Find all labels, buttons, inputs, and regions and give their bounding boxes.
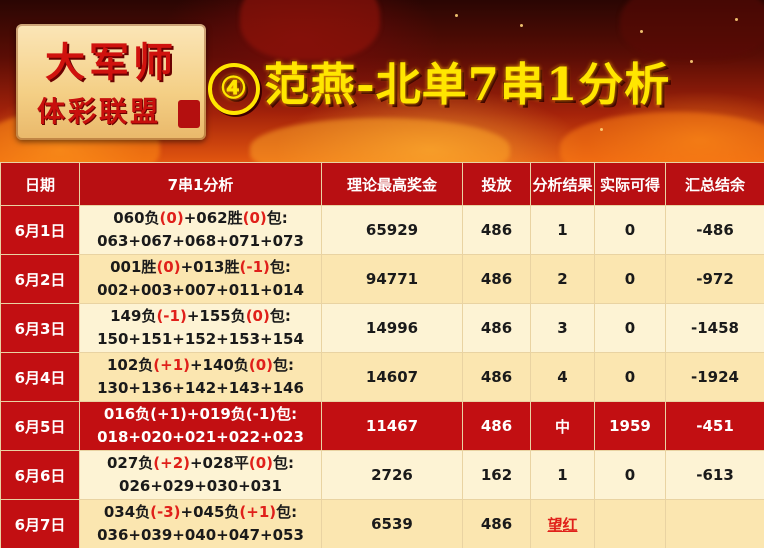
banner: 大军师 体彩联盟 ④ 范燕-北单7串1分析	[0, 0, 764, 162]
row-actual: 0	[594, 352, 666, 402]
logo-text-sub: 体彩联盟	[36, 95, 161, 128]
table-row: 6月7日 034负(-3)+045负(+1)包: 036+039+040+047+…	[0, 499, 764, 548]
row-stake: 486	[462, 205, 531, 255]
row-date: 6月7日	[0, 499, 80, 548]
row-analysis: 027负(+2)+028平(0)包: 026+029+030+031	[79, 450, 322, 500]
header-date: 日期	[0, 162, 80, 206]
table-row: 6月1日 060负(0)+062胜(0)包: 063+067+068+071+07…	[0, 205, 764, 255]
row-balance: -972	[665, 254, 764, 304]
row-result: 3	[530, 303, 595, 353]
row-bonus: 65929	[321, 205, 463, 255]
row-balance: -486	[665, 205, 764, 255]
row-stake: 486	[462, 401, 531, 451]
row-analysis: 034负(-3)+045负(+1)包: 036+039+040+047+053	[79, 499, 322, 548]
row-result: 4	[530, 352, 595, 402]
row-actual: 0	[594, 205, 666, 255]
row-analysis: 016负(+1)+019负(-1)包: 018+020+021+022+023	[79, 401, 322, 451]
analysis-table: 日期 7串1分析 理论最高奖金 投放 分析结果 实际可得 汇总结余 6月1日 0…	[0, 162, 764, 548]
row-stake: 486	[462, 254, 531, 304]
header-analysis: 7串1分析	[79, 162, 322, 206]
row-balance	[665, 499, 764, 548]
table-row-hit: 6月5日 016负(+1)+019负(-1)包: 018+020+021+022+…	[0, 401, 764, 451]
row-date: 6月4日	[0, 352, 80, 402]
row-bonus: 14996	[321, 303, 463, 353]
row-result[interactable]: 望红	[530, 499, 595, 548]
row-result: 1	[530, 205, 595, 255]
row-stake: 486	[462, 352, 531, 402]
row-date: 6月2日	[0, 254, 80, 304]
table-header: 日期 7串1分析 理论最高奖金 投放 分析结果 实际可得 汇总结余	[0, 162, 764, 206]
title-number: ④	[208, 62, 260, 115]
row-analysis: 001胜(0)+013胜(-1)包: 002+003+007+011+014	[79, 254, 322, 304]
header-result: 分析结果	[530, 162, 595, 206]
row-bonus: 11467	[321, 401, 463, 451]
header-max-bonus: 理论最高奖金	[321, 162, 463, 206]
row-bonus: 6539	[321, 499, 463, 548]
logo-text-main: 大军师	[45, 39, 177, 86]
row-bonus: 94771	[321, 254, 463, 304]
header-balance: 汇总结余	[665, 162, 764, 206]
title-text: 范燕-北单7串1分析	[264, 58, 671, 111]
row-date: 6月5日	[0, 401, 80, 451]
row-stake: 486	[462, 499, 531, 548]
row-actual: 1959	[594, 401, 666, 451]
row-actual: 0	[594, 450, 666, 500]
row-analysis: 102负(+1)+140负(0)包: 130+136+142+143+146	[79, 352, 322, 402]
row-actual: 0	[594, 303, 666, 353]
row-balance: -451	[665, 401, 764, 451]
row-bonus: 14607	[321, 352, 463, 402]
row-stake: 486	[462, 303, 531, 353]
row-analysis: 060负(0)+062胜(0)包: 063+067+068+071+073	[79, 205, 322, 255]
row-balance: -613	[665, 450, 764, 500]
table-row: 6月2日 001胜(0)+013胜(-1)包: 002+003+007+011+0…	[0, 254, 764, 304]
header-stake: 投放	[462, 162, 531, 206]
row-date: 6月3日	[0, 303, 80, 353]
row-actual: 0	[594, 254, 666, 304]
row-result: 2	[530, 254, 595, 304]
page-title: ④ 范燕-北单7串1分析	[208, 48, 670, 118]
row-balance: -1458	[665, 303, 764, 353]
table-row: 6月3日 149负(-1)+155负(0)包: 150+151+152+153+1…	[0, 303, 764, 353]
logo: 大军师 体彩联盟	[16, 24, 206, 140]
row-bonus: 2726	[321, 450, 463, 500]
pending-result-link[interactable]: 望红	[547, 516, 577, 534]
row-actual	[594, 499, 666, 548]
row-analysis: 149负(-1)+155负(0)包: 150+151+152+153+154	[79, 303, 322, 353]
header-actual: 实际可得	[594, 162, 666, 206]
row-result: 1	[530, 450, 595, 500]
row-result: 中	[530, 401, 595, 451]
seal-icon	[178, 100, 200, 128]
table-row: 6月6日 027负(+2)+028平(0)包: 026+029+030+031 2…	[0, 450, 764, 500]
row-stake: 162	[462, 450, 531, 500]
page: 大军师 体彩联盟 ④ 范燕-北单7串1分析 日期 7串1分析 理论最高奖金 投放 …	[0, 0, 764, 548]
row-date: 6月6日	[0, 450, 80, 500]
row-balance: -1924	[665, 352, 764, 402]
row-date: 6月1日	[0, 205, 80, 255]
table-row: 6月4日 102负(+1)+140负(0)包: 130+136+142+143+1…	[0, 352, 764, 402]
